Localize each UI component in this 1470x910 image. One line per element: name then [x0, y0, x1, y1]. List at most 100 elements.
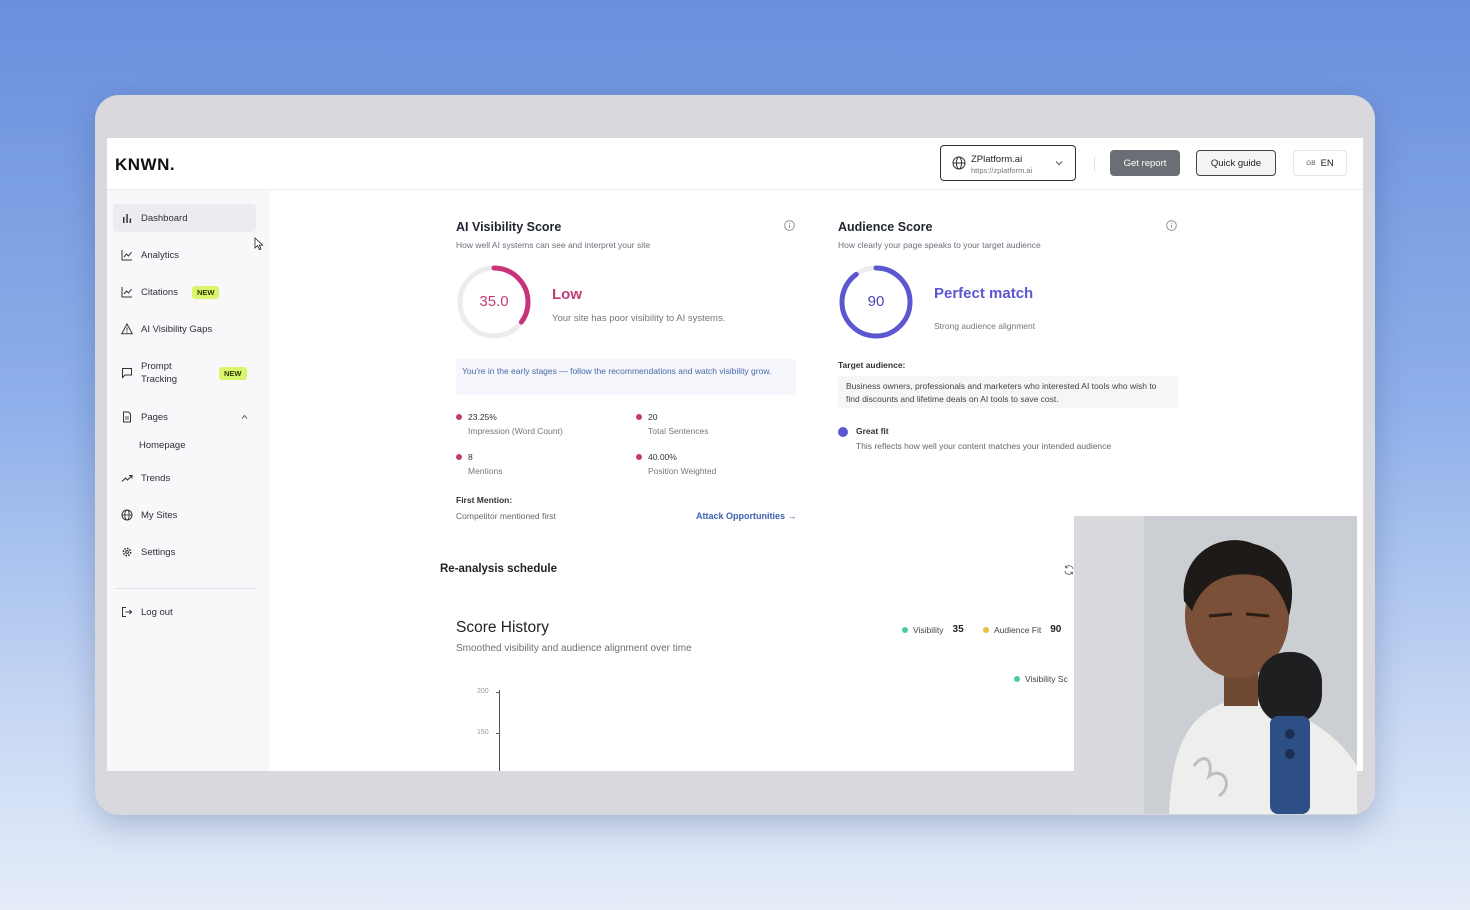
- y-tick-label: 150: [477, 729, 489, 736]
- chart-tick: [496, 692, 500, 693]
- metric-label: Mentions: [468, 466, 503, 476]
- site-selector[interactable]: ZPlatform.ai https://zplatform.ai: [940, 145, 1076, 181]
- sidebar-subitem-homepage[interactable]: Homepage: [139, 440, 185, 451]
- legend-audience-fit: Audience Fit 90: [983, 624, 1061, 635]
- target-audience-label: Target audience:: [838, 360, 906, 370]
- visibility-hint: You're in the early stages — follow the …: [456, 359, 796, 395]
- legend-visibility: Visibility 35: [902, 624, 964, 635]
- metric-dot: [456, 454, 462, 460]
- legend-label: Visibility: [913, 624, 944, 635]
- message-icon: [122, 368, 132, 379]
- legend-value: 35: [952, 624, 964, 635]
- legend-dot: [983, 626, 989, 633]
- bar-chart-icon: [123, 214, 132, 223]
- audience-card-subtitle: How clearly your page speaks to your tar…: [838, 240, 1041, 250]
- document-icon: [123, 411, 131, 423]
- language-selector[interactable]: GB EN: [1293, 150, 1347, 176]
- sidebar-item-label: Log out: [141, 606, 173, 618]
- legend-dot: [1014, 676, 1020, 682]
- top-bar: KNWN. ZPlatform.ai https://zplatform.ai …: [107, 138, 1363, 190]
- metric-label: Position Weighted: [648, 466, 717, 476]
- site-url: https://zplatform.ai: [971, 166, 1033, 175]
- warning-triangle-icon: [121, 323, 133, 335]
- sidebar-item-ai-visibility-gaps[interactable]: AI Visibility Gaps: [113, 315, 256, 343]
- sidebar-item-label: Prompt Tracking: [141, 360, 203, 386]
- header-divider: [1094, 157, 1095, 171]
- visibility-score-value: 35.0: [479, 293, 509, 310]
- great-fit-dot: [838, 427, 848, 437]
- info-icon[interactable]: [784, 220, 795, 231]
- sidebar-item-label-line2: Tracking: [141, 374, 178, 385]
- chart-series-legend: Visibility Sc: [1014, 674, 1068, 684]
- audience-rating-desc: Strong audience alignment: [934, 321, 1036, 331]
- sidebar-item-pages[interactable]: Pages: [113, 403, 256, 431]
- sidebar-divider: [115, 588, 256, 589]
- legend-label: Visibility Sc: [1025, 674, 1068, 684]
- first-mention-value: Competitor mentioned first: [456, 511, 556, 521]
- sidebar-item-label: Trends: [141, 472, 171, 484]
- metric-value: 8: [468, 452, 473, 462]
- legend-dot: [902, 626, 908, 633]
- great-fit-label: Great fit: [856, 426, 889, 436]
- sidebar-item-label: Pages: [141, 411, 168, 423]
- y-tick-label: 200: [477, 688, 489, 695]
- gear-icon: [122, 547, 132, 557]
- quick-guide-button[interactable]: Quick guide: [1196, 150, 1276, 176]
- site-name: ZPlatform.ai: [971, 154, 1023, 165]
- sidebar-item-log-out[interactable]: Log out: [113, 598, 256, 626]
- audience-score-value: 90: [867, 293, 885, 310]
- sidebar-item-analytics[interactable]: Analytics: [113, 241, 256, 269]
- sidebar-item-my-sites[interactable]: My Sites: [113, 501, 256, 529]
- sidebar-item-label: Dashboard: [141, 212, 188, 224]
- sidebar-item-settings[interactable]: Settings: [113, 538, 256, 566]
- metric-value: 20: [648, 412, 658, 422]
- flag-icon: GB: [1306, 159, 1316, 167]
- metric-label: Total Sentences: [648, 426, 709, 436]
- brand-logo[interactable]: KNWN.: [115, 155, 175, 175]
- new-badge: NEW: [191, 285, 220, 299]
- metric-dot: [636, 414, 642, 420]
- attack-opportunities-link[interactable]: Attack Opportunities →: [696, 511, 797, 521]
- chevron-up-icon[interactable]: [241, 414, 248, 420]
- mouse-cursor-icon: [254, 237, 264, 251]
- score-history-subtitle: Smoothed visibility and audience alignme…: [456, 643, 692, 654]
- chevron-down-icon: [1055, 161, 1063, 166]
- sidebar-item-prompt-tracking[interactable]: Prompt Tracking NEW: [113, 355, 256, 391]
- sidebar-item-label: AI Visibility Gaps: [141, 323, 213, 335]
- target-audience-text: Business owners, professionals and marke…: [838, 376, 1178, 408]
- great-fit-desc: This reflects how well your content matc…: [856, 441, 1112, 451]
- language-label: EN: [1320, 157, 1334, 169]
- sidebar-item-label-line1: Prompt: [141, 361, 172, 372]
- visibility-card-title: AI Visibility Score: [456, 220, 562, 234]
- visibility-rating: Low: [552, 286, 582, 303]
- sidebar-item-label: Analytics: [141, 249, 180, 261]
- audience-rating: Perfect match: [934, 285, 1034, 302]
- visibility-rating-desc: Your site has poor visibility to AI syst…: [552, 313, 726, 324]
- presenter-video: [1074, 516, 1357, 814]
- globe-icon: [121, 509, 133, 521]
- sidebar-item-dashboard[interactable]: Dashboard: [113, 204, 256, 232]
- sidebar-item-label: My Sites: [141, 509, 178, 521]
- new-badge: NEW: [219, 366, 247, 380]
- sidebar-item-citations[interactable]: Citations NEW: [113, 278, 256, 306]
- chart-y-axis: [499, 690, 500, 771]
- get-report-button[interactable]: Get report: [1110, 150, 1180, 176]
- logout-icon: [122, 607, 133, 617]
- sidebar-item-label: Settings: [141, 546, 176, 558]
- metric-dot: [636, 454, 642, 460]
- globe-icon: [952, 156, 966, 170]
- sidebar-item-label: Citations: [141, 286, 178, 298]
- line-chart-icon: [121, 250, 132, 261]
- visibility-card-subtitle: How well AI systems can see and interpre…: [456, 240, 651, 250]
- sidebar-item-trends[interactable]: Trends: [113, 464, 256, 492]
- legend-label: Audience Fit: [994, 624, 1042, 635]
- info-icon[interactable]: [1166, 220, 1177, 231]
- line-chart-icon: [121, 287, 132, 298]
- legend-value: 90: [1050, 624, 1062, 635]
- metric-value: 23.25%: [468, 412, 497, 422]
- trend-up-icon: [121, 474, 133, 482]
- score-history-title: Score History: [456, 619, 550, 636]
- metric-dot: [456, 414, 462, 420]
- sidebar: Dashboard Analytics Citations NEW AI Vis…: [107, 190, 270, 771]
- reanalysis-title: Re-analysis schedule: [440, 563, 557, 575]
